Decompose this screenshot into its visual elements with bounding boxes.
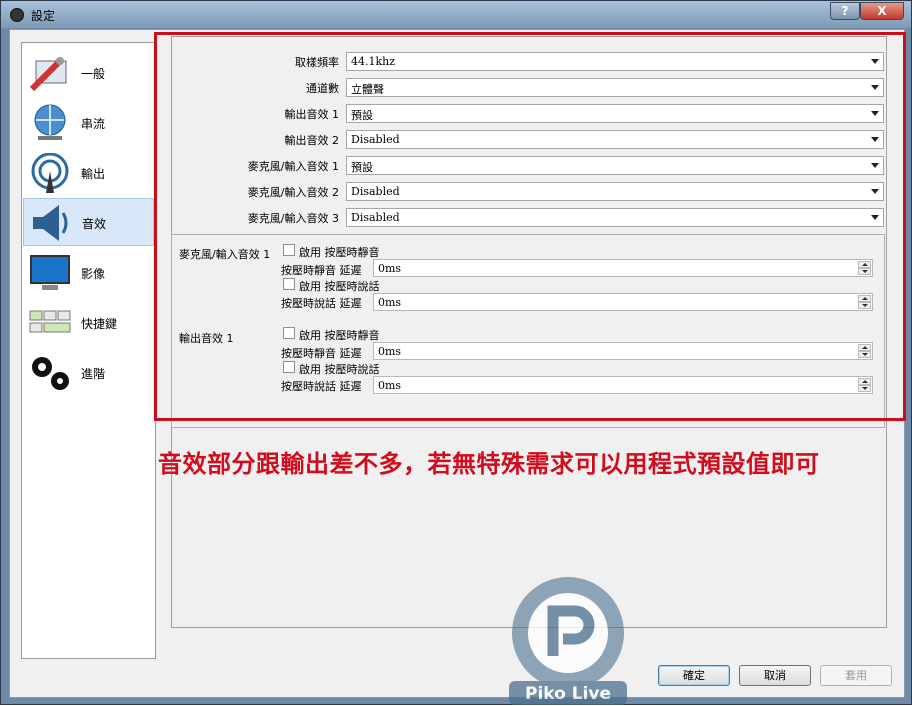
help-button[interactable]: ? <box>830 2 860 20</box>
sidebar-item-label: 進階 <box>81 367 106 381</box>
highlight-box <box>154 32 906 421</box>
speaker-icon <box>33 205 68 241</box>
ok-button[interactable]: 確定 <box>658 665 730 686</box>
title-bar: 設定 ? X <box>1 1 911 28</box>
keyboard-icon <box>29 310 71 333</box>
sidebar-item-label: 快捷鍵 <box>81 317 118 331</box>
output-antenna-icon <box>31 153 69 193</box>
close-button[interactable]: X <box>860 2 904 20</box>
sidebar-item-label: 一般 <box>81 67 106 81</box>
sidebar-item-label: 音效 <box>82 217 107 231</box>
piko-live-watermark-logo: Piko Live <box>509 577 627 705</box>
sidebar-item-hotkeys[interactable]: 快捷鍵 <box>23 299 154 347</box>
stream-globe-icon <box>34 104 66 140</box>
obs-app-icon <box>10 8 24 22</box>
sidebar-item-advanced[interactable]: 進階 <box>23 349 154 397</box>
sidebar-item-output[interactable]: 輸出 <box>23 149 154 197</box>
sidebar-item-video[interactable]: 影像 <box>23 249 154 297</box>
sidebar-item-label: 串流 <box>81 117 106 131</box>
watermark-brand-text: Piko Live <box>525 684 611 704</box>
sidebar-item-audio[interactable]: 音效 <box>23 198 154 246</box>
cancel-button[interactable]: 取消 <box>739 665 811 686</box>
sidebar-item-label: 影像 <box>81 267 106 281</box>
general-icon <box>29 57 67 92</box>
settings-window: 設定 ? X 一般 串流 輸出 音效 影像 快捷鍵 進階 取樣頻率 44.1kh… <box>0 0 912 705</box>
sidebar-item-label: 輸出 <box>81 167 106 181</box>
sidebar-item-stream[interactable]: 串流 <box>23 99 154 147</box>
monitor-icon <box>30 255 70 290</box>
sidebar-item-general[interactable]: 一般 <box>23 49 154 97</box>
window-title: 設定 <box>31 9 56 23</box>
settings-sidebar: 一般 串流 輸出 音效 影像 快捷鍵 進階 <box>21 42 156 659</box>
apply-button[interactable]: 套用 <box>820 665 892 686</box>
annotation-caption: 音效部分跟輸出差不多，若無特殊需求可以用程式預設值即可 <box>158 450 820 478</box>
gears-icon <box>32 357 69 390</box>
